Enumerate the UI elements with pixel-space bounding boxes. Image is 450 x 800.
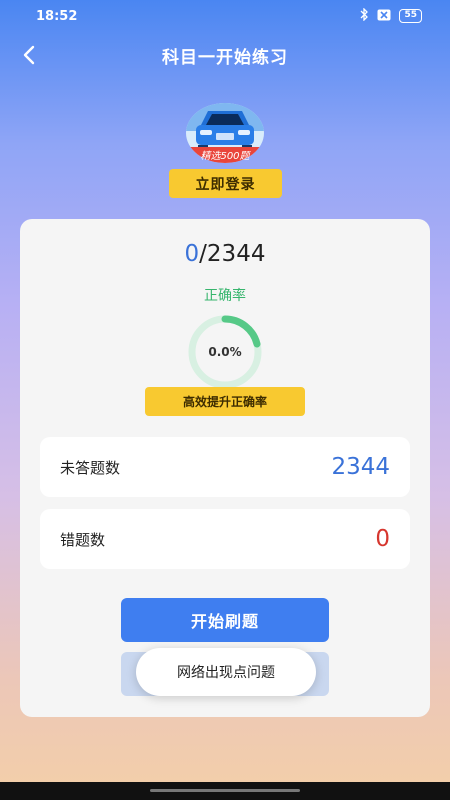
chevron-left-icon: [23, 45, 35, 65]
nav-bar: 科目一开始练习: [0, 38, 450, 72]
wrong-questions-row[interactable]: 错题数 0: [40, 509, 410, 569]
avatar[interactable]: 精选500题: [186, 103, 264, 163]
accuracy-label: 正确率: [204, 288, 246, 304]
page-title: 科目一开始练习: [162, 47, 288, 68]
status-time: 18:52: [36, 8, 78, 24]
progress-count: 0/2344: [20, 241, 430, 267]
battery-icon: 55: [399, 9, 422, 23]
improve-accuracy-button[interactable]: 高效提升正确率: [145, 387, 305, 416]
back-button[interactable]: [14, 40, 44, 70]
unanswered-label: 未答题数: [60, 458, 121, 477]
close-box-icon: [377, 9, 391, 24]
total-count: 2344: [206, 241, 266, 267]
network-error-toast: 网络出现点问题: [136, 648, 316, 696]
status-icons: 55: [359, 7, 422, 24]
accuracy-value: 0.0%: [208, 345, 242, 359]
avatar-badge-text: 精选500题: [200, 150, 251, 162]
count-separator: /: [199, 241, 207, 267]
unanswered-value: 2344: [331, 454, 390, 480]
answered-count: 0: [184, 241, 200, 267]
login-button[interactable]: 立即登录: [169, 169, 282, 198]
navigation-bar: [0, 782, 450, 800]
unanswered-row[interactable]: 未答题数 2344: [40, 437, 410, 497]
start-practice-button[interactable]: 开始刷题: [121, 598, 329, 642]
home-indicator[interactable]: [150, 789, 300, 792]
bluetooth-icon: [359, 7, 369, 24]
wrong-questions-label: 错题数: [60, 530, 106, 549]
accuracy-gauge: 0.0%: [187, 314, 263, 390]
practice-card: 0/2344 正确率 0.0% 高效提升正确率 未答题数 2344 错题数 0 …: [20, 219, 430, 717]
wrong-questions-value: 0: [375, 526, 390, 552]
status-bar: 18:52 55: [0, 0, 450, 32]
